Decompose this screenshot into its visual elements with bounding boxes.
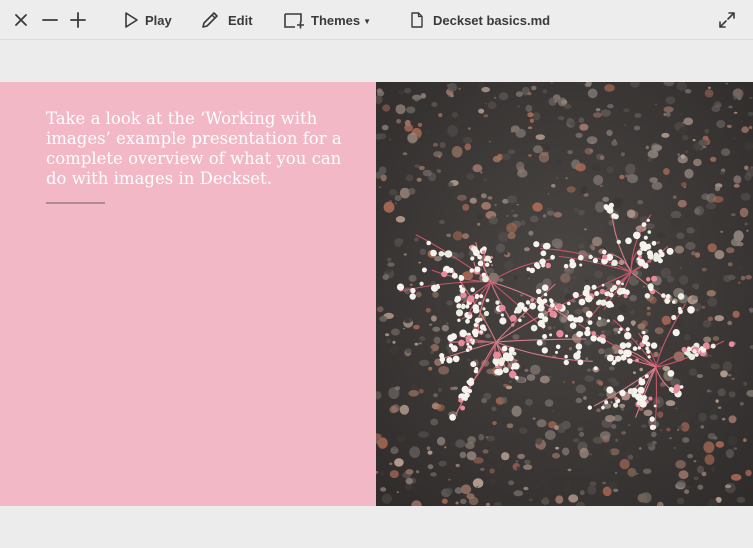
close-icon <box>15 14 27 26</box>
play-icon <box>125 12 138 28</box>
minus-icon <box>42 19 58 21</box>
chevron-down-icon: ▼ <box>363 16 372 26</box>
deckset-window: Play Edit Themes ▼ Deckset basics.md Tak… <box>0 0 753 548</box>
edit-button[interactable]: Edit <box>200 0 253 40</box>
document-icon <box>411 12 423 28</box>
pencil-icon <box>202 12 218 28</box>
zoom-in-button[interactable] <box>70 0 88 40</box>
slide-text-panel: Take a look at the ‘Working with images’… <box>0 82 376 506</box>
file-name: Deckset basics.md <box>433 12 551 28</box>
new-slide-icon <box>284 13 304 29</box>
slide-image <box>376 82 753 506</box>
themes-button[interactable]: Themes ▼ <box>283 0 371 40</box>
slide-divider <box>46 202 105 204</box>
document-title[interactable]: Deckset basics.md <box>410 0 550 40</box>
toolbar: Play Edit Themes ▼ Deckset basics.md <box>0 0 753 40</box>
close-button[interactable] <box>14 0 32 40</box>
play-button[interactable]: Play <box>123 0 172 40</box>
themes-label: Themes <box>311 12 361 28</box>
fullscreen-button[interactable] <box>718 0 736 40</box>
zoom-out-button[interactable] <box>42 0 60 40</box>
edit-label: Edit <box>228 12 253 28</box>
slide-preview[interactable]: Take a look at the ‘Working with images’… <box>0 82 753 506</box>
slide-body-text: Take a look at the ‘Working with images’… <box>46 109 342 188</box>
play-label: Play <box>145 12 172 28</box>
expand-icon <box>719 12 735 28</box>
plus-icon <box>70 12 86 28</box>
photo-flowers-on-gravel <box>376 82 753 506</box>
